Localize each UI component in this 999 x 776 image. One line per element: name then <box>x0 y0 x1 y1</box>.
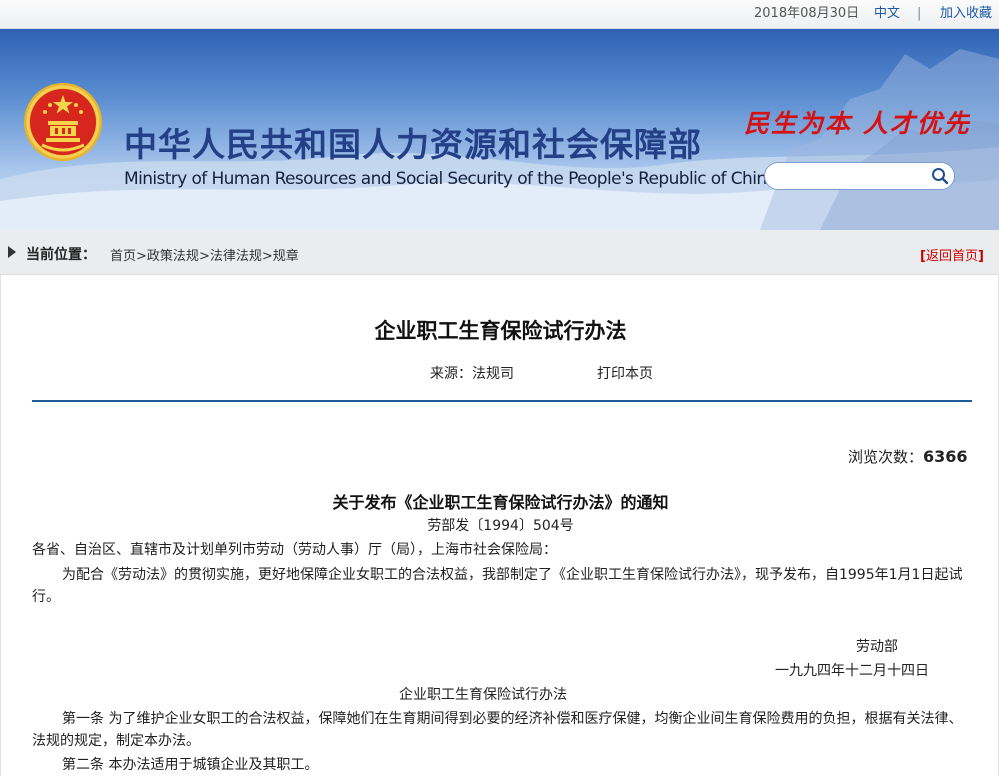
regulation-subtitle: 企业职工生育保险试行办法 <box>399 687 567 703</box>
notice-paragraph: 为配合《劳动法》的贯彻实施，更好地保障企业女职工的合法权益，我部制定了《企业职工… <box>32 567 963 605</box>
topbar-separator: | <box>917 6 922 21</box>
sign-date: 一九九四年十二月十四日 <box>775 663 929 679</box>
notice-title: 关于发布《企业职工生育保险试行办法》的通知 <box>332 493 669 512</box>
breadcrumb-label: 当前位置： <box>26 247 96 263</box>
article-source: 来源：法规司 <box>430 366 514 382</box>
breadcrumb-laws[interactable]: 法律法规 <box>210 249 262 264</box>
view-count: 浏览次数：6366 <box>848 446 968 467</box>
breadcrumb-separator: > <box>136 249 147 264</box>
article-title: 企业职工生育保险试行办法 <box>374 319 627 343</box>
view-count-label: 浏览次数： <box>848 448 924 466</box>
language-link[interactable]: 中文 <box>874 6 900 22</box>
article-clause-2: 第二条 本办法适用于城镇企业及其职工。 <box>62 757 319 773</box>
search-box <box>764 162 955 190</box>
national-emblem-icon <box>22 81 104 163</box>
breadcrumb-separator: > <box>261 249 273 264</box>
document-number: 劳部发〔1994〕504号 <box>427 518 574 534</box>
title-divider <box>32 400 972 402</box>
breadcrumb: 当前位置： 首页>政策法规>法律法规>规章 [返回首页] <box>0 230 999 275</box>
back-home-link[interactable]: [返回首页] <box>920 245 984 264</box>
breadcrumb-path: 首页>政策法规>法律法规>规章 <box>110 245 299 264</box>
top-utility-bar: 2018年08月30日 中文 | 加入收藏 <box>0 0 999 29</box>
current-date: 2018年08月30日 <box>754 6 860 21</box>
slogan: 民生为本 人才优先 <box>744 109 971 138</box>
recipients: 各省、自治区、直辖市及计划单列市劳动（劳动人事）厅（局），上海市社会保险局： <box>32 542 557 558</box>
breadcrumb-arrow-icon <box>8 246 16 258</box>
signer: 劳动部 <box>856 639 898 655</box>
breadcrumb-regulations[interactable]: 规章 <box>273 249 299 264</box>
bracket: ] <box>977 249 984 264</box>
back-home-label: 返回首页 <box>925 249 978 264</box>
search-icon[interactable] <box>930 166 950 186</box>
breadcrumb-policy[interactable]: 政策法规 <box>147 249 199 264</box>
breadcrumb-home[interactable]: 首页 <box>110 249 136 264</box>
ministry-name-cn: 中华人民共和国人力资源和社会保障部 <box>124 125 702 164</box>
article-container: 企业职工生育保险试行办法 来源：法规司 打印本页 浏览次数：6366 关于发布《… <box>0 275 999 776</box>
ministry-name-en: Ministry of Human Resources and Social S… <box>124 169 777 189</box>
view-count-value: 6366 <box>923 447 968 466</box>
search-input[interactable] <box>775 167 929 187</box>
print-page-link[interactable]: 打印本页 <box>597 363 653 383</box>
breadcrumb-separator: > <box>198 249 210 264</box>
add-favorite-link[interactable]: 加入收藏 <box>940 6 992 22</box>
site-banner: 中华人民共和国人力资源和社会保障部 Ministry of Human Reso… <box>0 29 999 230</box>
article-clause-1: 第一条 为了维护企业女职工的合法权益，保障她们在生育期间得到必要的经济补偿和医疗… <box>32 711 963 749</box>
